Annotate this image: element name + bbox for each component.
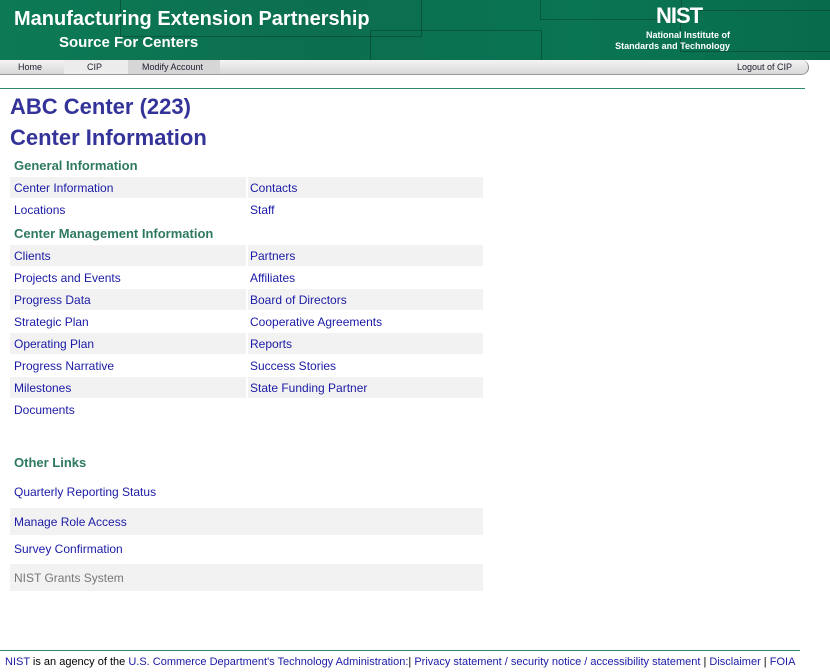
footer-disclaimer-link[interactable]: Disclaimer: [709, 656, 760, 668]
site-title: Manufacturing Extension Partnership: [14, 8, 370, 30]
table-row: Milestones State Funding Partner: [10, 377, 483, 398]
footer-text: is an agency of the: [29, 656, 129, 668]
link-operating-plan[interactable]: Operating Plan: [14, 337, 94, 351]
link-progress-narrative[interactable]: Progress Narrative: [14, 359, 114, 373]
link-center-information[interactable]: Center Information: [14, 181, 113, 195]
link-cooperative-agreements[interactable]: Cooperative Agreements: [250, 315, 382, 329]
management-heading: Center Management Information: [14, 226, 214, 241]
page-title: Center Information: [10, 125, 207, 150]
table-row: Strategic Plan Cooperative Agreements: [10, 311, 483, 332]
link-milestones[interactable]: Milestones: [14, 381, 71, 395]
footer: NIST is an agency of the U.S. Commerce D…: [5, 656, 796, 668]
nist-grants-system-disabled: NIST Grants System: [14, 571, 124, 585]
link-manage-role-access[interactable]: Manage Role Access: [14, 515, 127, 529]
site-subtitle: Source For Centers: [59, 34, 199, 51]
nist-logo-text: National Institute of Standards and Techn…: [530, 30, 730, 52]
table-row: Progress Data Board of Directors: [10, 289, 483, 310]
nav-cip[interactable]: CIP: [87, 62, 102, 72]
table-row: Projects and Events Affiliates: [10, 267, 483, 288]
footer-foia-link[interactable]: FOIA: [770, 656, 796, 668]
link-locations[interactable]: Locations: [14, 203, 65, 217]
general-heading: General Information: [14, 158, 138, 173]
link-success-stories[interactable]: Success Stories: [250, 359, 336, 373]
link-documents[interactable]: Documents: [14, 403, 75, 417]
link-partners[interactable]: Partners: [250, 249, 295, 263]
center-name: ABC Center (223): [10, 94, 191, 119]
other-links-heading: Other Links: [14, 455, 87, 470]
nav-logout[interactable]: Logout of CIP: [737, 62, 792, 72]
nav-modify-account[interactable]: Modify Account: [142, 62, 203, 72]
list-item: NIST Grants System: [10, 564, 483, 591]
link-staff[interactable]: Staff: [250, 203, 274, 217]
link-reports[interactable]: Reports: [250, 337, 292, 351]
footer-privacy-link[interactable]: Privacy statement / security notice / ac…: [414, 656, 700, 668]
table-row: Documents: [10, 399, 483, 420]
nav-bar: Home CIP Modify Account Logout of CIP: [0, 60, 809, 75]
footer-divider: [0, 650, 800, 651]
link-progress-data[interactable]: Progress Data: [14, 293, 91, 307]
nav-home[interactable]: Home: [18, 62, 42, 72]
logo-line-1: National Institute of: [646, 30, 730, 40]
table-row: Locations Staff: [10, 199, 483, 220]
table-row: Progress Narrative Success Stories: [10, 355, 483, 376]
link-strategic-plan[interactable]: Strategic Plan: [14, 315, 89, 329]
header-banner: Manufacturing Extension Partnership Sour…: [0, 0, 830, 60]
divider: [0, 88, 805, 89]
link-affiliates[interactable]: Affiliates: [250, 271, 295, 285]
table-row: Operating Plan Reports: [10, 333, 483, 354]
link-contacts[interactable]: Contacts: [250, 181, 297, 195]
footer-nist-link[interactable]: NIST: [5, 656, 30, 668]
table-row: Clients Partners: [10, 245, 483, 266]
logo-line-2: Standards and Technology: [615, 41, 730, 51]
link-quarterly-reporting-status[interactable]: Quarterly Reporting Status: [14, 485, 156, 499]
list-item: Survey Confirmation: [10, 535, 483, 562]
nist-logo[interactable]: NIST: [656, 3, 703, 29]
link-survey-confirmation[interactable]: Survey Confirmation: [14, 542, 123, 556]
link-board-of-directors[interactable]: Board of Directors: [250, 293, 347, 307]
link-clients[interactable]: Clients: [14, 249, 51, 263]
list-item: Quarterly Reporting Status: [10, 478, 483, 505]
footer-commerce-link[interactable]: U.S. Commerce Department's Technology Ad…: [128, 656, 408, 668]
table-row: Center Information Contacts: [10, 177, 483, 198]
list-item: Manage Role Access: [10, 508, 483, 535]
link-projects-and-events[interactable]: Projects and Events: [14, 271, 121, 285]
link-state-funding-partner[interactable]: State Funding Partner: [250, 381, 367, 395]
